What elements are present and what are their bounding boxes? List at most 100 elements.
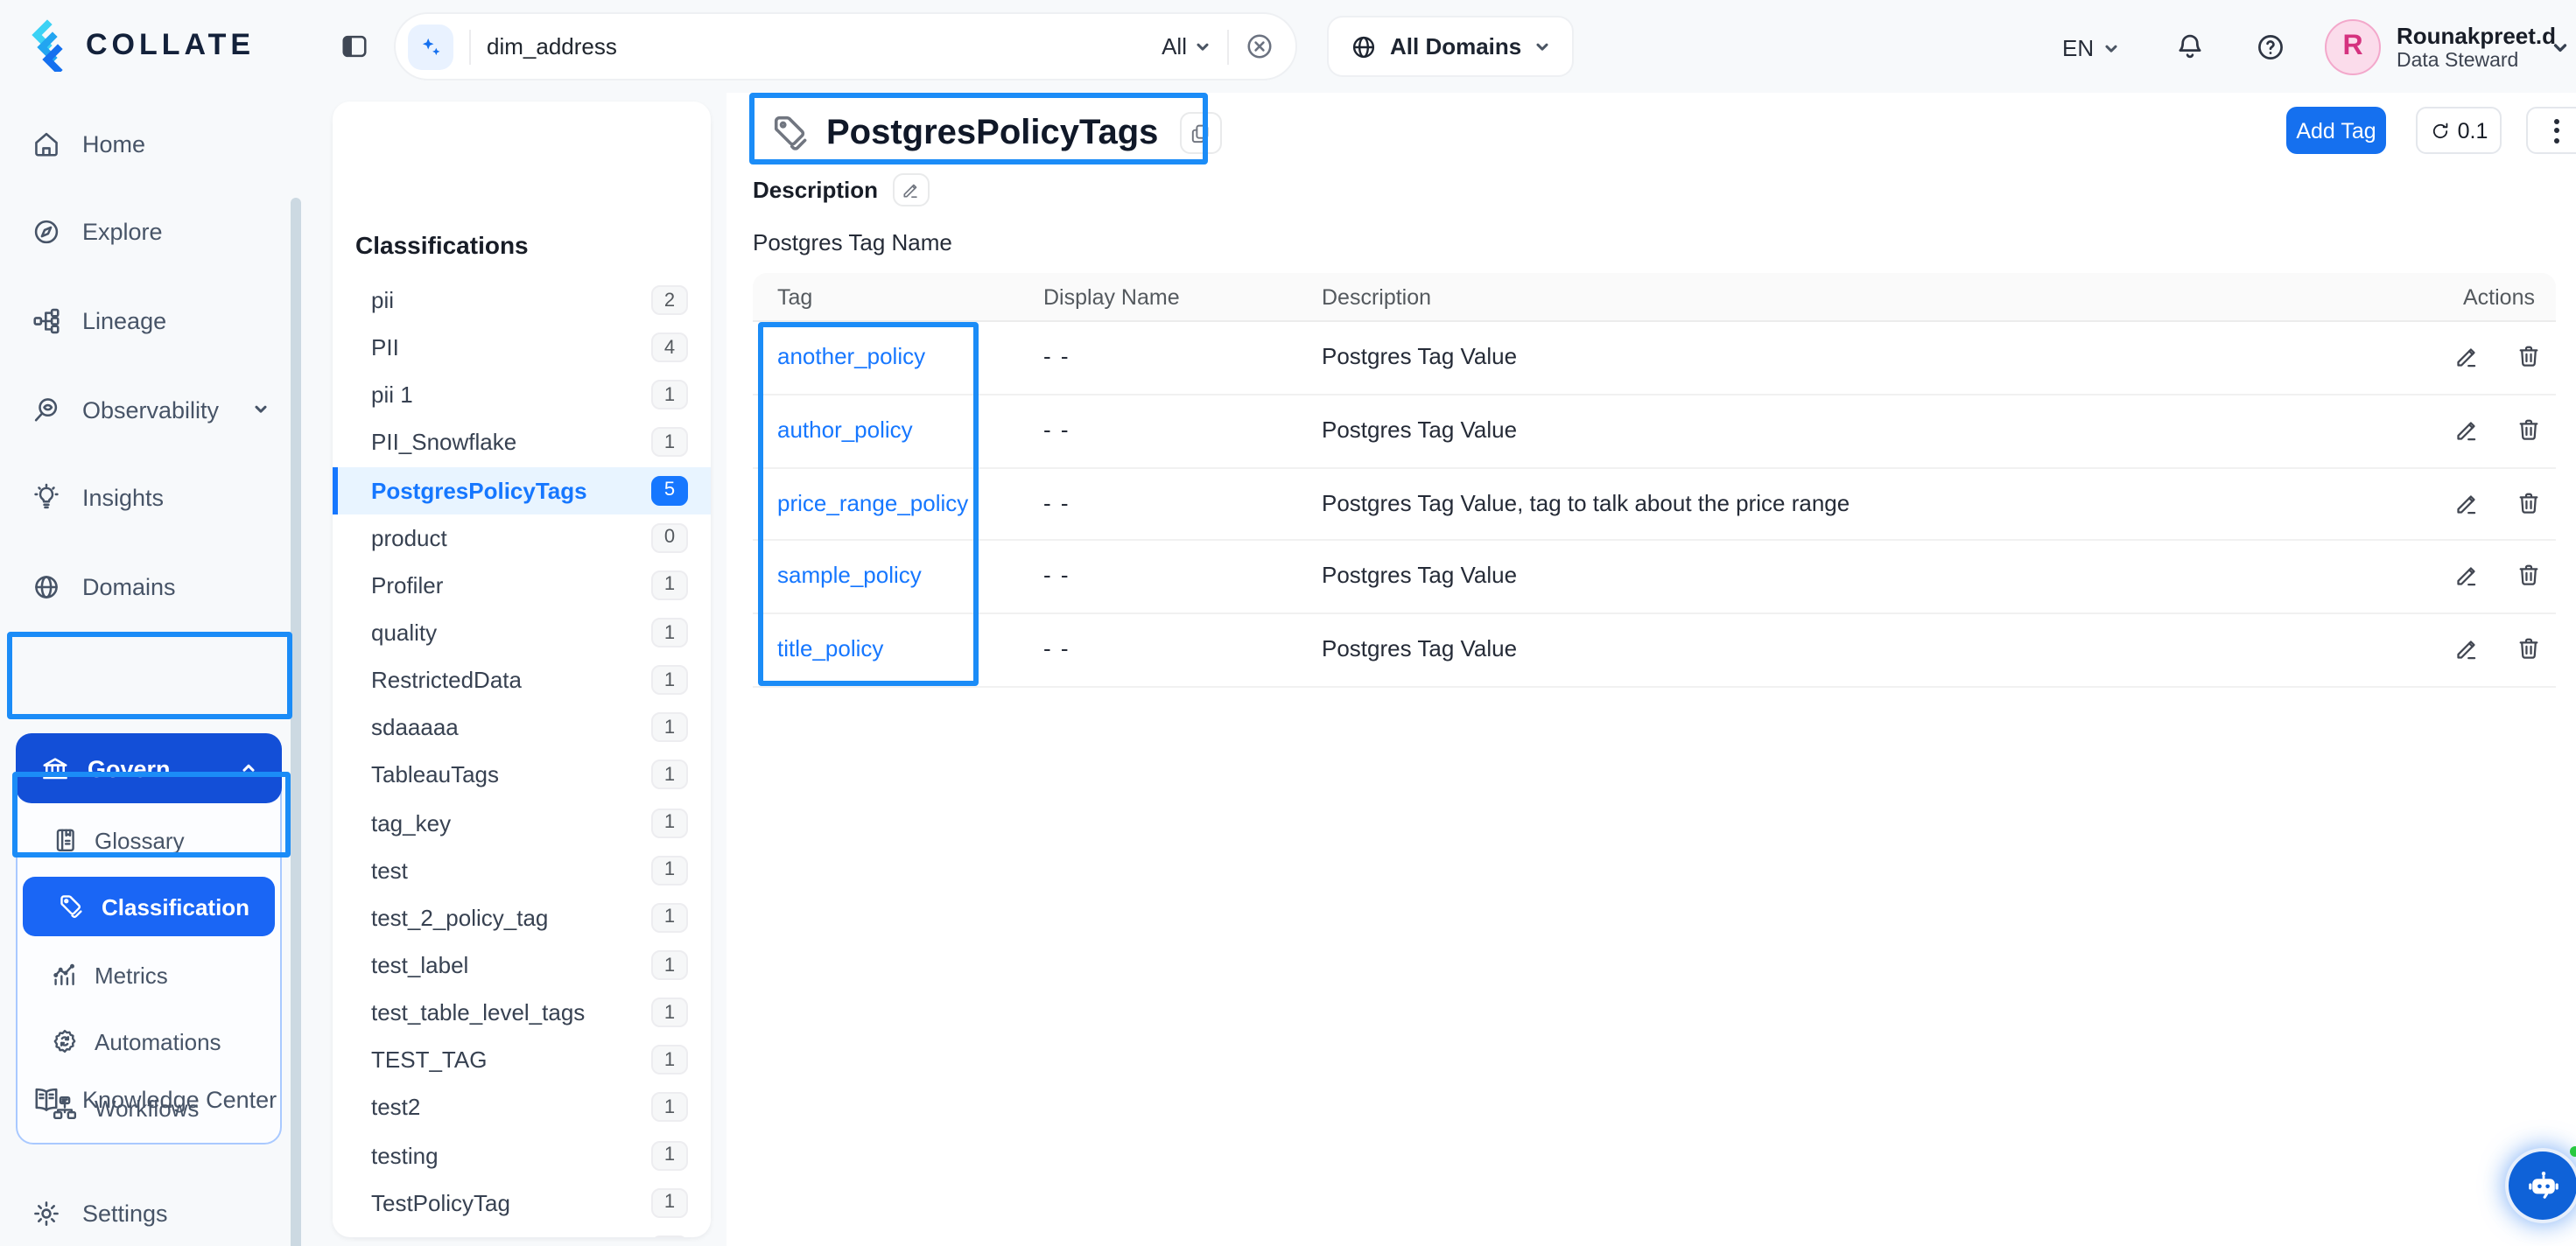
classification-list-item[interactable]: Profiler 1 bbox=[333, 562, 711, 609]
chevron-down-icon bbox=[1194, 38, 1211, 55]
classification-count-badge: 1 bbox=[651, 570, 688, 600]
classification-list-item[interactable]: test 1 bbox=[333, 846, 711, 893]
tag-link[interactable]: title_policy bbox=[777, 635, 883, 662]
globe-icon bbox=[1350, 32, 1378, 60]
classification-list-item[interactable]: TEST_TAG 1 bbox=[333, 1037, 711, 1084]
classification-count-badge: 2 bbox=[651, 285, 688, 315]
search-input[interactable]: dim_address bbox=[487, 33, 617, 60]
sidebar-collapse-icon[interactable] bbox=[340, 32, 369, 70]
add-tag-button[interactable]: Add Tag bbox=[2286, 107, 2386, 154]
edit-tag-button[interactable] bbox=[2454, 635, 2481, 662]
sidebar-item-label: Domains bbox=[82, 573, 176, 599]
pencil-icon bbox=[2454, 635, 2481, 662]
column-header-description: Description bbox=[1322, 285, 1431, 310]
govern-bank-icon bbox=[40, 753, 70, 783]
main-content: PostgresPolicyTags Add Tag 0.1 Descripti… bbox=[726, 93, 2576, 1246]
trash-icon bbox=[2516, 489, 2542, 515]
delete-tag-button[interactable] bbox=[2516, 635, 2542, 662]
pencil-icon bbox=[2454, 563, 2481, 589]
chevron-down-icon bbox=[252, 401, 270, 418]
classifications-list: pii 2 PII 4 pii 1 1 PII_Snowflake 1 bbox=[333, 276, 711, 1237]
copy-name-button[interactable] bbox=[1179, 112, 1221, 154]
sidebar-item-metrics[interactable]: Metrics bbox=[16, 945, 282, 1004]
classification-list-item[interactable]: testing 1 bbox=[333, 1131, 711, 1179]
sidebar-item-home[interactable]: Home bbox=[0, 108, 308, 178]
sidebar-scrollbar[interactable] bbox=[291, 198, 301, 1246]
classification-list-item[interactable]: quality 1 bbox=[333, 609, 711, 656]
classification-list-item[interactable]: PII 4 bbox=[333, 324, 711, 371]
classification-name: test_label bbox=[371, 952, 468, 978]
classification-list-item[interactable]: RestrictedData 1 bbox=[333, 656, 711, 704]
language-select[interactable]: EN bbox=[2062, 35, 2120, 61]
search-scope-select[interactable]: All bbox=[1162, 33, 1187, 60]
home-icon bbox=[32, 129, 61, 158]
edit-tag-button[interactable] bbox=[2454, 489, 2481, 515]
tag-link[interactable]: another_policy bbox=[777, 343, 925, 369]
classification-name: test_2_policy_tag bbox=[371, 905, 548, 931]
all-domains-button[interactable]: All Domains bbox=[1327, 16, 1574, 77]
classification-list-item[interactable]: test_2_policy_tag 1 bbox=[333, 894, 711, 942]
sidebar-item-insights[interactable]: Insights bbox=[0, 462, 308, 532]
chevron-down-icon[interactable] bbox=[2551, 38, 2570, 58]
help-icon[interactable] bbox=[2255, 32, 2286, 72]
classification-list-item[interactable]: test_label 1 bbox=[333, 942, 711, 989]
classification-list-item[interactable]: product 0 bbox=[333, 514, 711, 561]
tag-display-name: - - bbox=[1043, 489, 1070, 515]
sidebar-item-classification[interactable]: Classification bbox=[23, 877, 275, 936]
classification-count-badge: 1 bbox=[651, 381, 688, 410]
tag-link[interactable]: price_range_policy bbox=[777, 489, 968, 515]
row-actions bbox=[2454, 416, 2542, 443]
chat-bot-button[interactable] bbox=[2505, 1148, 2576, 1223]
global-search-bar[interactable]: dim_address All bbox=[394, 12, 1297, 80]
user-profile-menu[interactable]: R Rounakpreet.d Data Steward bbox=[2325, 19, 2556, 75]
classification-list-item[interactable]: TestPolicyTag 1 bbox=[333, 1179, 711, 1226]
tag-link[interactable]: author_policy bbox=[777, 416, 913, 443]
app-logo[interactable]: COLLATE bbox=[23, 19, 255, 72]
delete-tag-button[interactable] bbox=[2516, 563, 2542, 589]
classification-list-item[interactable]: Tier 5 bbox=[333, 1227, 711, 1237]
classification-list-item[interactable]: tag_key 1 bbox=[333, 799, 711, 846]
sidebar-item-observability[interactable]: Observability bbox=[0, 374, 308, 444]
classification-count-badge: 1 bbox=[651, 1140, 688, 1170]
classification-list-item[interactable]: PostgresPolicyTags 5 bbox=[333, 466, 711, 514]
search-divider bbox=[1227, 29, 1229, 64]
sidebar-item-domains[interactable]: Domains bbox=[0, 551, 308, 621]
classification-name: sdaaaaa bbox=[371, 715, 459, 741]
classification-list-item[interactable]: test_table_level_tags 1 bbox=[333, 989, 711, 1036]
chevron-up-icon bbox=[240, 760, 257, 777]
version-button[interactable]: 0.1 bbox=[2416, 107, 2502, 154]
table-row: author_policy - - Postgres Tag Value bbox=[753, 396, 2556, 469]
sidebar-item-lineage[interactable]: Lineage bbox=[0, 285, 308, 355]
delete-tag-button[interactable] bbox=[2516, 343, 2542, 369]
metrics-chart-icon bbox=[51, 961, 79, 989]
sidebar-item-knowledge-center[interactable]: Knowledge Center bbox=[0, 1064, 308, 1134]
classification-count-badge: 5 bbox=[651, 475, 688, 505]
delete-tag-button[interactable] bbox=[2516, 489, 2542, 515]
classification-list-item[interactable]: pii 1 1 bbox=[333, 372, 711, 419]
sidebar-item-govern[interactable]: Govern bbox=[16, 733, 282, 803]
edit-tag-button[interactable] bbox=[2454, 563, 2481, 589]
copy-icon bbox=[1189, 122, 1211, 144]
notifications-bell-icon[interactable] bbox=[2174, 32, 2206, 72]
sidebar-item-settings[interactable]: Settings bbox=[0, 1178, 308, 1246]
edit-tag-button[interactable] bbox=[2454, 416, 2481, 443]
classification-name: testing bbox=[371, 1142, 439, 1168]
classification-list-item[interactable]: TableauTags 1 bbox=[333, 752, 711, 799]
classification-list-item[interactable]: PII_Snowflake 1 bbox=[333, 419, 711, 466]
sidebar-item-label: Govern bbox=[88, 755, 171, 781]
edit-tag-button[interactable] bbox=[2454, 343, 2481, 369]
edit-description-button[interactable] bbox=[892, 173, 929, 206]
delete-tag-button[interactable] bbox=[2516, 416, 2542, 443]
ai-sparkle-icon bbox=[408, 24, 453, 69]
sidebar-item-explore[interactable]: Explore bbox=[0, 196, 308, 266]
sidebar-item-automations[interactable]: Automations bbox=[16, 1012, 282, 1071]
classification-list-item[interactable]: sdaaaaa 1 bbox=[333, 704, 711, 752]
clear-search-icon[interactable] bbox=[1245, 32, 1274, 61]
classification-name: pii bbox=[371, 287, 394, 313]
classification-list-item[interactable]: pii 2 bbox=[333, 276, 711, 324]
tag-link[interactable]: sample_policy bbox=[777, 563, 922, 589]
classification-list-item[interactable]: test2 1 bbox=[333, 1084, 711, 1131]
sidebar-item-glossary[interactable]: Glossary bbox=[16, 810, 282, 870]
classification-count-badge: 1 bbox=[651, 760, 688, 790]
more-options-button[interactable] bbox=[2526, 107, 2576, 154]
